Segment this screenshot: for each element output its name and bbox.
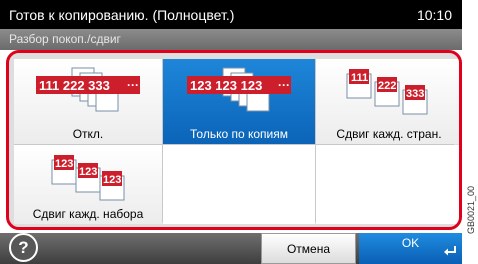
clock: 10:10 bbox=[416, 6, 452, 23]
svg-text:123: 123 bbox=[79, 166, 97, 178]
svg-text:···: ··· bbox=[127, 78, 139, 92]
image-code-text: GB0021_00 bbox=[466, 185, 476, 234]
ok-button[interactable]: OK bbox=[359, 233, 462, 264]
enter-icon bbox=[443, 245, 457, 260]
svg-text:111: 111 bbox=[351, 72, 368, 84]
options-grid: 111 222 333 ··· Откл. 123 123 123 ··· То… bbox=[14, 59, 459, 224]
option-offset-each-page[interactable]: 111 222 333 Сдвиг кажд. стран. bbox=[316, 59, 459, 144]
svg-text:333: 333 bbox=[406, 88, 424, 100]
svg-text:222: 222 bbox=[378, 80, 396, 92]
cancel-button[interactable]: Отмена bbox=[261, 233, 356, 264]
option-label: Откл. bbox=[72, 127, 104, 141]
svg-text:123 123 123: 123 123 123 bbox=[190, 78, 262, 93]
status-bar: Готов к копированию. (Полноцвет.) 10:10 bbox=[0, 0, 462, 29]
svg-text:···: ··· bbox=[278, 78, 290, 92]
help-button[interactable]: ? bbox=[9, 233, 38, 262]
option-label: Сдвиг кажд. стран. bbox=[336, 127, 442, 141]
option-label: Сдвиг кажд. набора bbox=[32, 207, 144, 221]
svg-text:123: 123 bbox=[55, 158, 73, 170]
option-label: Только по копиям bbox=[190, 127, 288, 141]
empty-cell bbox=[163, 145, 315, 224]
ok-label: OK bbox=[401, 236, 420, 250]
svg-text:123: 123 bbox=[103, 174, 121, 186]
option-offset-each-set[interactable]: 123 123 123 Сдвиг кажд. набора bbox=[14, 145, 162, 224]
options-frame: 111 222 333 ··· Откл. 123 123 123 ··· То… bbox=[6, 50, 462, 230]
collate-only-icon: 123 123 123 ··· bbox=[179, 64, 299, 121]
screen-subtitle: Разбор покоп./сдвиг bbox=[0, 29, 462, 50]
option-off[interactable]: 111 222 333 ··· Откл. bbox=[14, 59, 162, 144]
collate-off-icon: 111 222 333 ··· bbox=[28, 64, 148, 121]
offset-each-page-icon: 111 222 333 bbox=[329, 64, 449, 121]
offset-each-set-icon: 123 123 123 bbox=[28, 150, 148, 207]
empty-cell bbox=[316, 145, 459, 224]
svg-text:111 222 333: 111 222 333 bbox=[39, 78, 110, 93]
status-text: Готов к копированию. (Полноцвет.) bbox=[9, 6, 235, 23]
option-collate-only[interactable]: 123 123 123 ··· Только по копиям bbox=[163, 59, 315, 144]
